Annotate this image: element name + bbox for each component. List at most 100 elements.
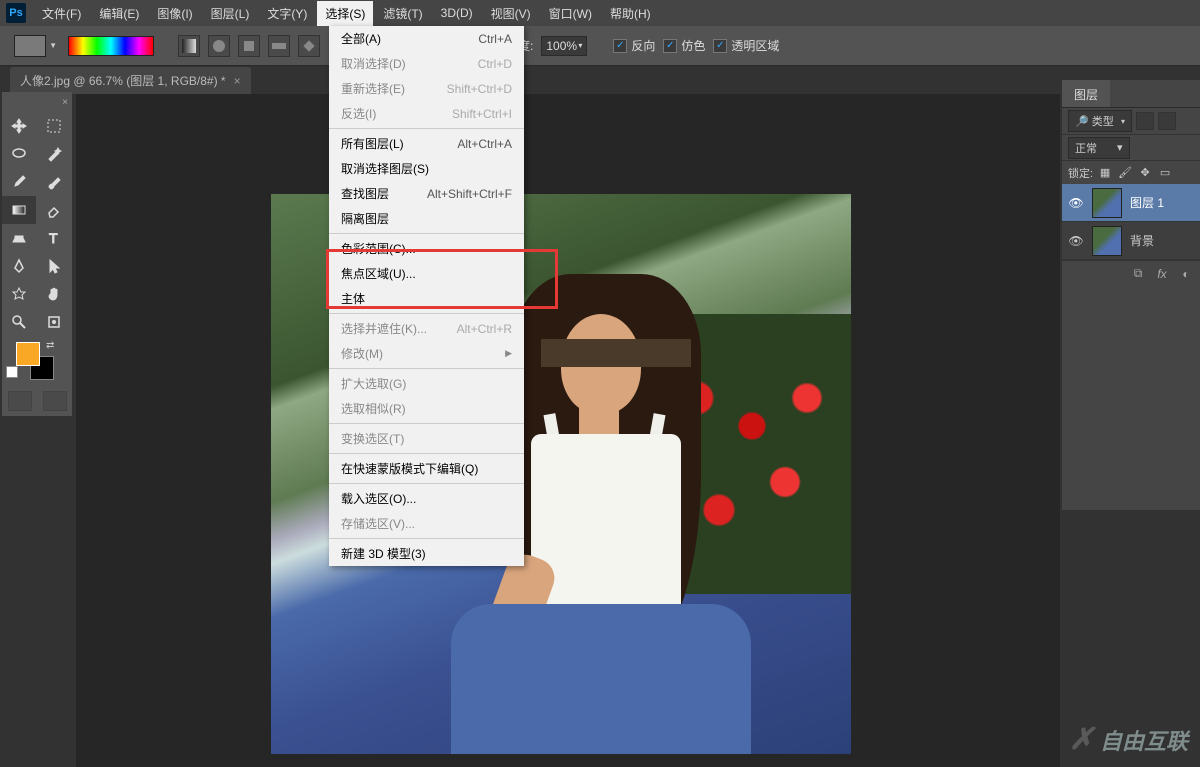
menu-item-I: 反选(I)Shift+Ctrl+I [329, 101, 524, 126]
path-selection-tool[interactable] [37, 252, 71, 280]
gradient-picker[interactable] [68, 36, 154, 56]
swap-colors-icon[interactable]: ⇄ [46, 340, 54, 351]
menu-layer[interactable]: 图层(L) [203, 1, 258, 26]
menu-window[interactable]: 窗口(W) [541, 1, 600, 26]
menu-item-E: 重新选择(E)Shift+Ctrl+D [329, 76, 524, 101]
menu-filter[interactable]: 滤镜(T) [375, 1, 430, 26]
brush-tool[interactable] [37, 168, 71, 196]
menu-help[interactable]: 帮助(H) [602, 1, 659, 26]
svg-text:T: T [49, 230, 58, 246]
menu-item-T: 变换选区(T) [329, 426, 524, 451]
layer-row[interactable]: 👁 背景 [1062, 222, 1200, 260]
magic-wand-tool[interactable] [37, 140, 71, 168]
document-tab-bar: 人像2.jpg @ 66.7% (图层 1, RGB/8#) * × [0, 66, 1200, 94]
lock-position-icon[interactable]: ✥ [1137, 165, 1153, 181]
layer-name[interactable]: 背景 [1130, 232, 1154, 249]
watermark: ✗ 自由互联 [1069, 722, 1188, 757]
menu-edit[interactable]: 编辑(E) [91, 1, 147, 26]
blend-mode-select[interactable]: 正常▾ [1068, 137, 1130, 159]
menu-item-[interactable]: 隔离图层 [329, 206, 524, 231]
clone-stamp-tool[interactable] [2, 224, 36, 252]
transparency-checkbox[interactable]: ✓透明区域 [713, 37, 779, 54]
layer-filter-type[interactable]: 🔎 类型▾ [1068, 110, 1132, 132]
menu-item-Q[interactable]: 在快速蒙版模式下编辑(Q) [329, 456, 524, 481]
eyedropper-tool[interactable] [2, 168, 36, 196]
menu-3d[interactable]: 3D(D) [433, 2, 481, 24]
foreground-color[interactable] [16, 342, 40, 366]
watermark-logo-icon: ✗ [1069, 722, 1094, 757]
hand-tool[interactable] [37, 280, 71, 308]
menu-item-R: 选取相似(R) [329, 396, 524, 421]
visibility-icon[interactable]: 👁 [1068, 195, 1084, 211]
layer-row[interactable]: 👁 图层 1 [1062, 184, 1200, 222]
menu-type[interactable]: 文字(Y) [259, 1, 315, 26]
pen-tool[interactable] [2, 252, 36, 280]
lock-transparent-icon[interactable]: ▦ [1097, 165, 1113, 181]
menu-item-K: 选择并遮住(K)...Alt+Ctrl+R [329, 316, 524, 341]
gradient-angle-icon[interactable] [238, 35, 260, 57]
gradient-radial-icon[interactable] [208, 35, 230, 57]
menu-item-3D3[interactable]: 新建 3D 模型(3) [329, 541, 524, 566]
menu-item-[interactable]: 查找图层Alt+Shift+Ctrl+F [329, 181, 524, 206]
layer-filter-row: 🔎 类型▾ [1062, 108, 1200, 134]
shape-tool[interactable] [2, 280, 36, 308]
layer-name[interactable]: 图层 1 [1130, 194, 1164, 211]
document-tab[interactable]: 人像2.jpg @ 66.7% (图层 1, RGB/8#) * × [10, 67, 251, 94]
menu-item-C[interactable]: 色彩范围(C)... [329, 236, 524, 261]
menu-item-[interactable]: 主体 [329, 286, 524, 311]
screen-mode-icon[interactable] [43, 391, 67, 411]
zoom-tool[interactable] [2, 308, 36, 336]
gradient-tool[interactable] [2, 196, 36, 224]
type-tool[interactable]: T [37, 224, 71, 252]
edit-toolbar-tool[interactable] [37, 308, 71, 336]
menu-separator [329, 453, 524, 454]
opacity-value[interactable]: 100%▾ [541, 36, 587, 56]
menu-file[interactable]: 文件(F) [34, 1, 89, 26]
filter-adjust-icon[interactable] [1158, 112, 1176, 130]
layers-tab[interactable]: 图层 [1062, 80, 1110, 107]
lasso-tool[interactable] [2, 140, 36, 168]
tool-preset-picker[interactable] [14, 35, 46, 57]
foreground-background-colors[interactable]: ⇄ [2, 336, 72, 386]
lock-image-icon[interactable]: 🖌 [1117, 165, 1133, 181]
lock-artboard-icon[interactable]: ▭ [1157, 165, 1173, 181]
menu-view[interactable]: 视图(V) [483, 1, 539, 26]
dither-checkbox[interactable]: ✓仿色 [663, 37, 705, 54]
gradient-reflected-icon[interactable] [268, 35, 290, 57]
layer-thumbnail[interactable] [1092, 188, 1122, 218]
menu-image[interactable]: 图像(I) [149, 1, 200, 26]
layers-panel: 图层 🔎 类型▾ 正常▾ 锁定: ▦ 🖌 ✥ ▭ 👁 图层 1 👁 背景 ⧉ f… [1062, 80, 1200, 510]
menu-separator [329, 128, 524, 129]
select-menu-dropdown: 全部(A)Ctrl+A取消选择(D)Ctrl+D重新选择(E)Shift+Ctr… [329, 26, 524, 566]
tools-mini-tab-close-icon[interactable]: × [62, 97, 68, 108]
move-tool[interactable] [2, 112, 36, 140]
watermark-text: 自由互联 [1100, 724, 1188, 756]
menu-item-L[interactable]: 所有图层(L)Alt+Ctrl+A [329, 131, 524, 156]
filter-pixel-icon[interactable] [1136, 112, 1154, 130]
quick-mask-icon[interactable] [8, 391, 32, 411]
menu-item-V: 存储选区(V)... [329, 511, 524, 536]
visibility-icon[interactable]: 👁 [1068, 233, 1084, 249]
canvas-area[interactable] [76, 94, 1060, 767]
default-colors-icon[interactable] [6, 366, 18, 378]
close-tab-icon[interactable]: × [234, 74, 241, 88]
eraser-tool[interactable] [37, 196, 71, 224]
menu-item-O[interactable]: 载入选区(O)... [329, 486, 524, 511]
reverse-checkbox[interactable]: ✓反向 [613, 37, 655, 54]
gradient-linear-icon[interactable] [178, 35, 200, 57]
screen-mode-row [2, 386, 72, 416]
gradient-diamond-icon[interactable] [298, 35, 320, 57]
layer-fx-icon[interactable]: fx [1154, 266, 1170, 282]
add-mask-icon[interactable]: ◐ [1178, 266, 1194, 282]
layer-lock-row: 锁定: ▦ 🖌 ✥ ▭ [1062, 160, 1200, 184]
menu-item-A[interactable]: 全部(A)Ctrl+A [329, 26, 524, 51]
menu-item-S[interactable]: 取消选择图层(S) [329, 156, 524, 181]
tools-mini-tab[interactable]: × [2, 92, 72, 112]
link-layers-icon[interactable]: ⧉ [1130, 266, 1146, 282]
marquee-tool[interactable] [37, 112, 71, 140]
layer-thumbnail[interactable] [1092, 226, 1122, 256]
menu-separator [329, 233, 524, 234]
menu-item-U[interactable]: 焦点区域(U)... [329, 261, 524, 286]
menu-select[interactable]: 选择(S) [317, 1, 373, 26]
menu-item-G: 扩大选取(G) [329, 371, 524, 396]
